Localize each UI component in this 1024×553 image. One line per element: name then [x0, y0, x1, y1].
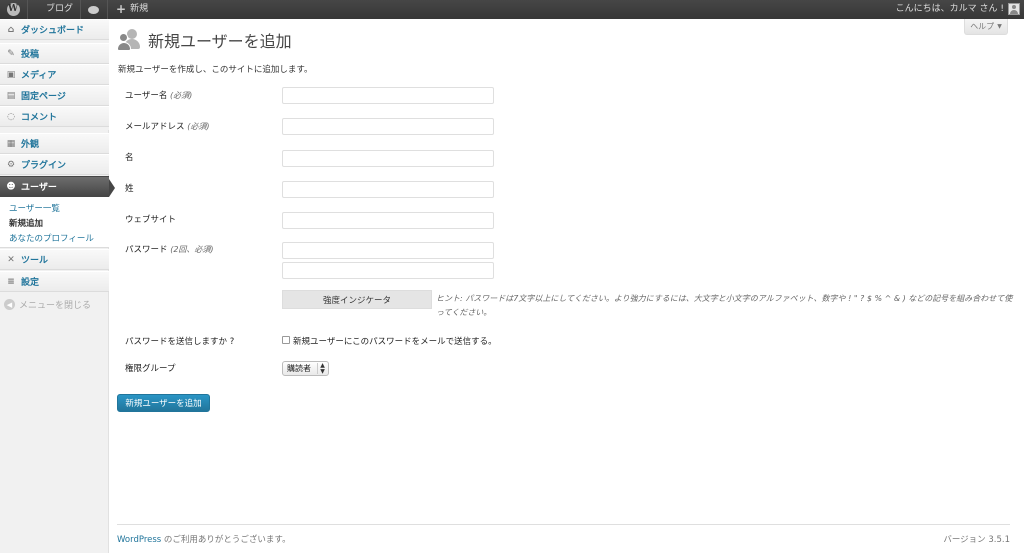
website-field[interactable]: [282, 212, 494, 229]
comment-icon: ◌: [7, 111, 15, 122]
pin-icon: ✎: [7, 48, 15, 59]
menu-item-appearance[interactable]: ▦ 外観: [0, 133, 109, 154]
collapse-arrow-icon: ◀: [4, 299, 15, 310]
password-hint: ヒント: パスワードは7文字以上にしてください。より強力にするには、大文字と小文…: [436, 294, 1013, 317]
menu-item-label: 投稿: [21, 50, 40, 60]
role-select-value: 購読者: [287, 364, 311, 373]
menu-item-label: ダッシュボード: [21, 26, 85, 36]
menu-item-users[interactable]: ☻ ユーザー: [0, 176, 115, 197]
menu-item-dashboard[interactable]: ⌂ ダッシュボード: [0, 19, 109, 40]
email-field[interactable]: [282, 118, 494, 135]
users-page-icon: [117, 28, 142, 52]
menu-item-label: ユーザー: [21, 183, 57, 193]
collapse-menu-label: メニューを閉じる: [19, 301, 92, 311]
dashboard-icon: ⌂: [7, 24, 15, 35]
settings-icon: ≡: [7, 276, 15, 287]
plus-icon: +: [116, 2, 127, 16]
blog-label: ブログ: [46, 4, 74, 14]
submenu-item-add-new[interactable]: 新規追加: [9, 217, 43, 229]
role-select[interactable]: 購読者 ▲ ▼: [282, 361, 329, 376]
website-label: ウェブサイト: [125, 215, 177, 225]
username-field[interactable]: [282, 87, 494, 104]
menu-item-comments[interactable]: ◌ コメント: [0, 106, 109, 127]
role-label: 権限グループ: [125, 364, 176, 374]
menu-item-pages[interactable]: ▤ 固定ページ: [0, 85, 109, 106]
first-name-field[interactable]: [282, 150, 494, 167]
menu-item-label: ツール: [21, 256, 49, 266]
menu-separator: [0, 127, 109, 130]
menu-item-plugins[interactable]: ⚙ プラグイン: [0, 154, 109, 175]
first-name-label: 名: [125, 153, 134, 163]
admin-bar-divider: [107, 0, 108, 19]
admin-bar: W ブログ + 新規 こんにちは、カルマ さん !: [0, 0, 1024, 19]
menu-item-tools[interactable]: ✕ ツール: [0, 249, 109, 270]
menu-item-posts[interactable]: ✎ 投稿: [0, 43, 109, 64]
send-password-label: パスワードを送信しますか ?: [125, 337, 235, 347]
password-field[interactable]: [282, 242, 494, 259]
tools-icon: ✕: [7, 254, 15, 265]
page-description: 新規ユーザーを作成し、このサイトに追加します。: [118, 65, 313, 75]
wordpress-link[interactable]: WordPress: [117, 535, 161, 545]
page-icon: ▤: [6, 90, 16, 101]
last-name-label: 姓: [125, 184, 134, 194]
new-content-link[interactable]: + 新規: [116, 0, 148, 19]
footer-divider: [117, 524, 1010, 525]
wordpress-logo-icon[interactable]: W: [4, 0, 22, 19]
menu-item-label: コメント: [21, 113, 58, 123]
password-strength-indicator: 強度インジケータ: [282, 290, 432, 309]
account-greeting[interactable]: こんにちは、カルマ さん !: [896, 0, 1004, 19]
new-label: 新規: [130, 4, 149, 14]
collapse-menu-button[interactable]: ◀ メニューを閉じる: [4, 298, 91, 311]
media-icon: ▣: [6, 69, 16, 80]
users-icon: ☻: [6, 181, 16, 192]
chevron-down-icon: ▼: [997, 23, 1002, 30]
avatar[interactable]: [1008, 3, 1020, 15]
submenu-item-your-profile[interactable]: あなたのプロフィール: [9, 232, 94, 244]
footer-thanks-text: のご利用ありがとうございます。: [161, 535, 291, 545]
users-submenu: ユーザー一覧 新規追加 あなたのプロフィール: [0, 197, 109, 248]
send-password-checkbox-label[interactable]: 新規ユーザーにこのパスワードをメールで送信する。: [293, 335, 497, 347]
page-title: 新規ユーザーを追加: [148, 32, 292, 51]
help-label: ヘルプ: [970, 22, 995, 31]
password-label: パスワード (2回、必須): [125, 245, 214, 255]
footer-version: バージョン 3.5.1: [943, 535, 1010, 545]
appearance-icon: ▦: [6, 138, 16, 149]
admin-bar-divider: [80, 0, 81, 19]
admin-bar-divider: [27, 0, 28, 19]
send-password-checkbox[interactable]: [282, 336, 290, 344]
select-arrows-icon: ▲ ▼: [317, 362, 327, 374]
menu-item-media[interactable]: ▣ メディア: [0, 64, 109, 85]
add-new-user-button[interactable]: 新規ユーザーを追加: [117, 394, 210, 412]
last-name-field[interactable]: [282, 181, 494, 198]
password-confirm-field[interactable]: [282, 262, 494, 279]
menu-item-label: 固定ページ: [21, 92, 66, 102]
menu-item-label: プラグイン: [21, 161, 67, 171]
email-label: メールアドレス (必須): [125, 122, 210, 132]
help-tab-button[interactable]: ヘルプ ▼: [964, 19, 1008, 35]
username-label: ユーザー名 (必須): [125, 91, 193, 101]
menu-item-label: 設定: [21, 278, 40, 288]
plugin-icon: ⚙: [6, 159, 16, 170]
footer-thanks: WordPress のご利用ありがとうございます。: [117, 533, 291, 545]
comments-bubble-icon[interactable]: [86, 0, 100, 19]
submenu-item-all-users[interactable]: ユーザー一覧: [9, 202, 60, 214]
menu-item-label: メディア: [21, 71, 57, 81]
menu-item-settings[interactable]: ≡ 設定: [0, 271, 109, 292]
menu-item-label: 外観: [21, 140, 40, 150]
blog-link[interactable]: ブログ: [36, 0, 73, 19]
